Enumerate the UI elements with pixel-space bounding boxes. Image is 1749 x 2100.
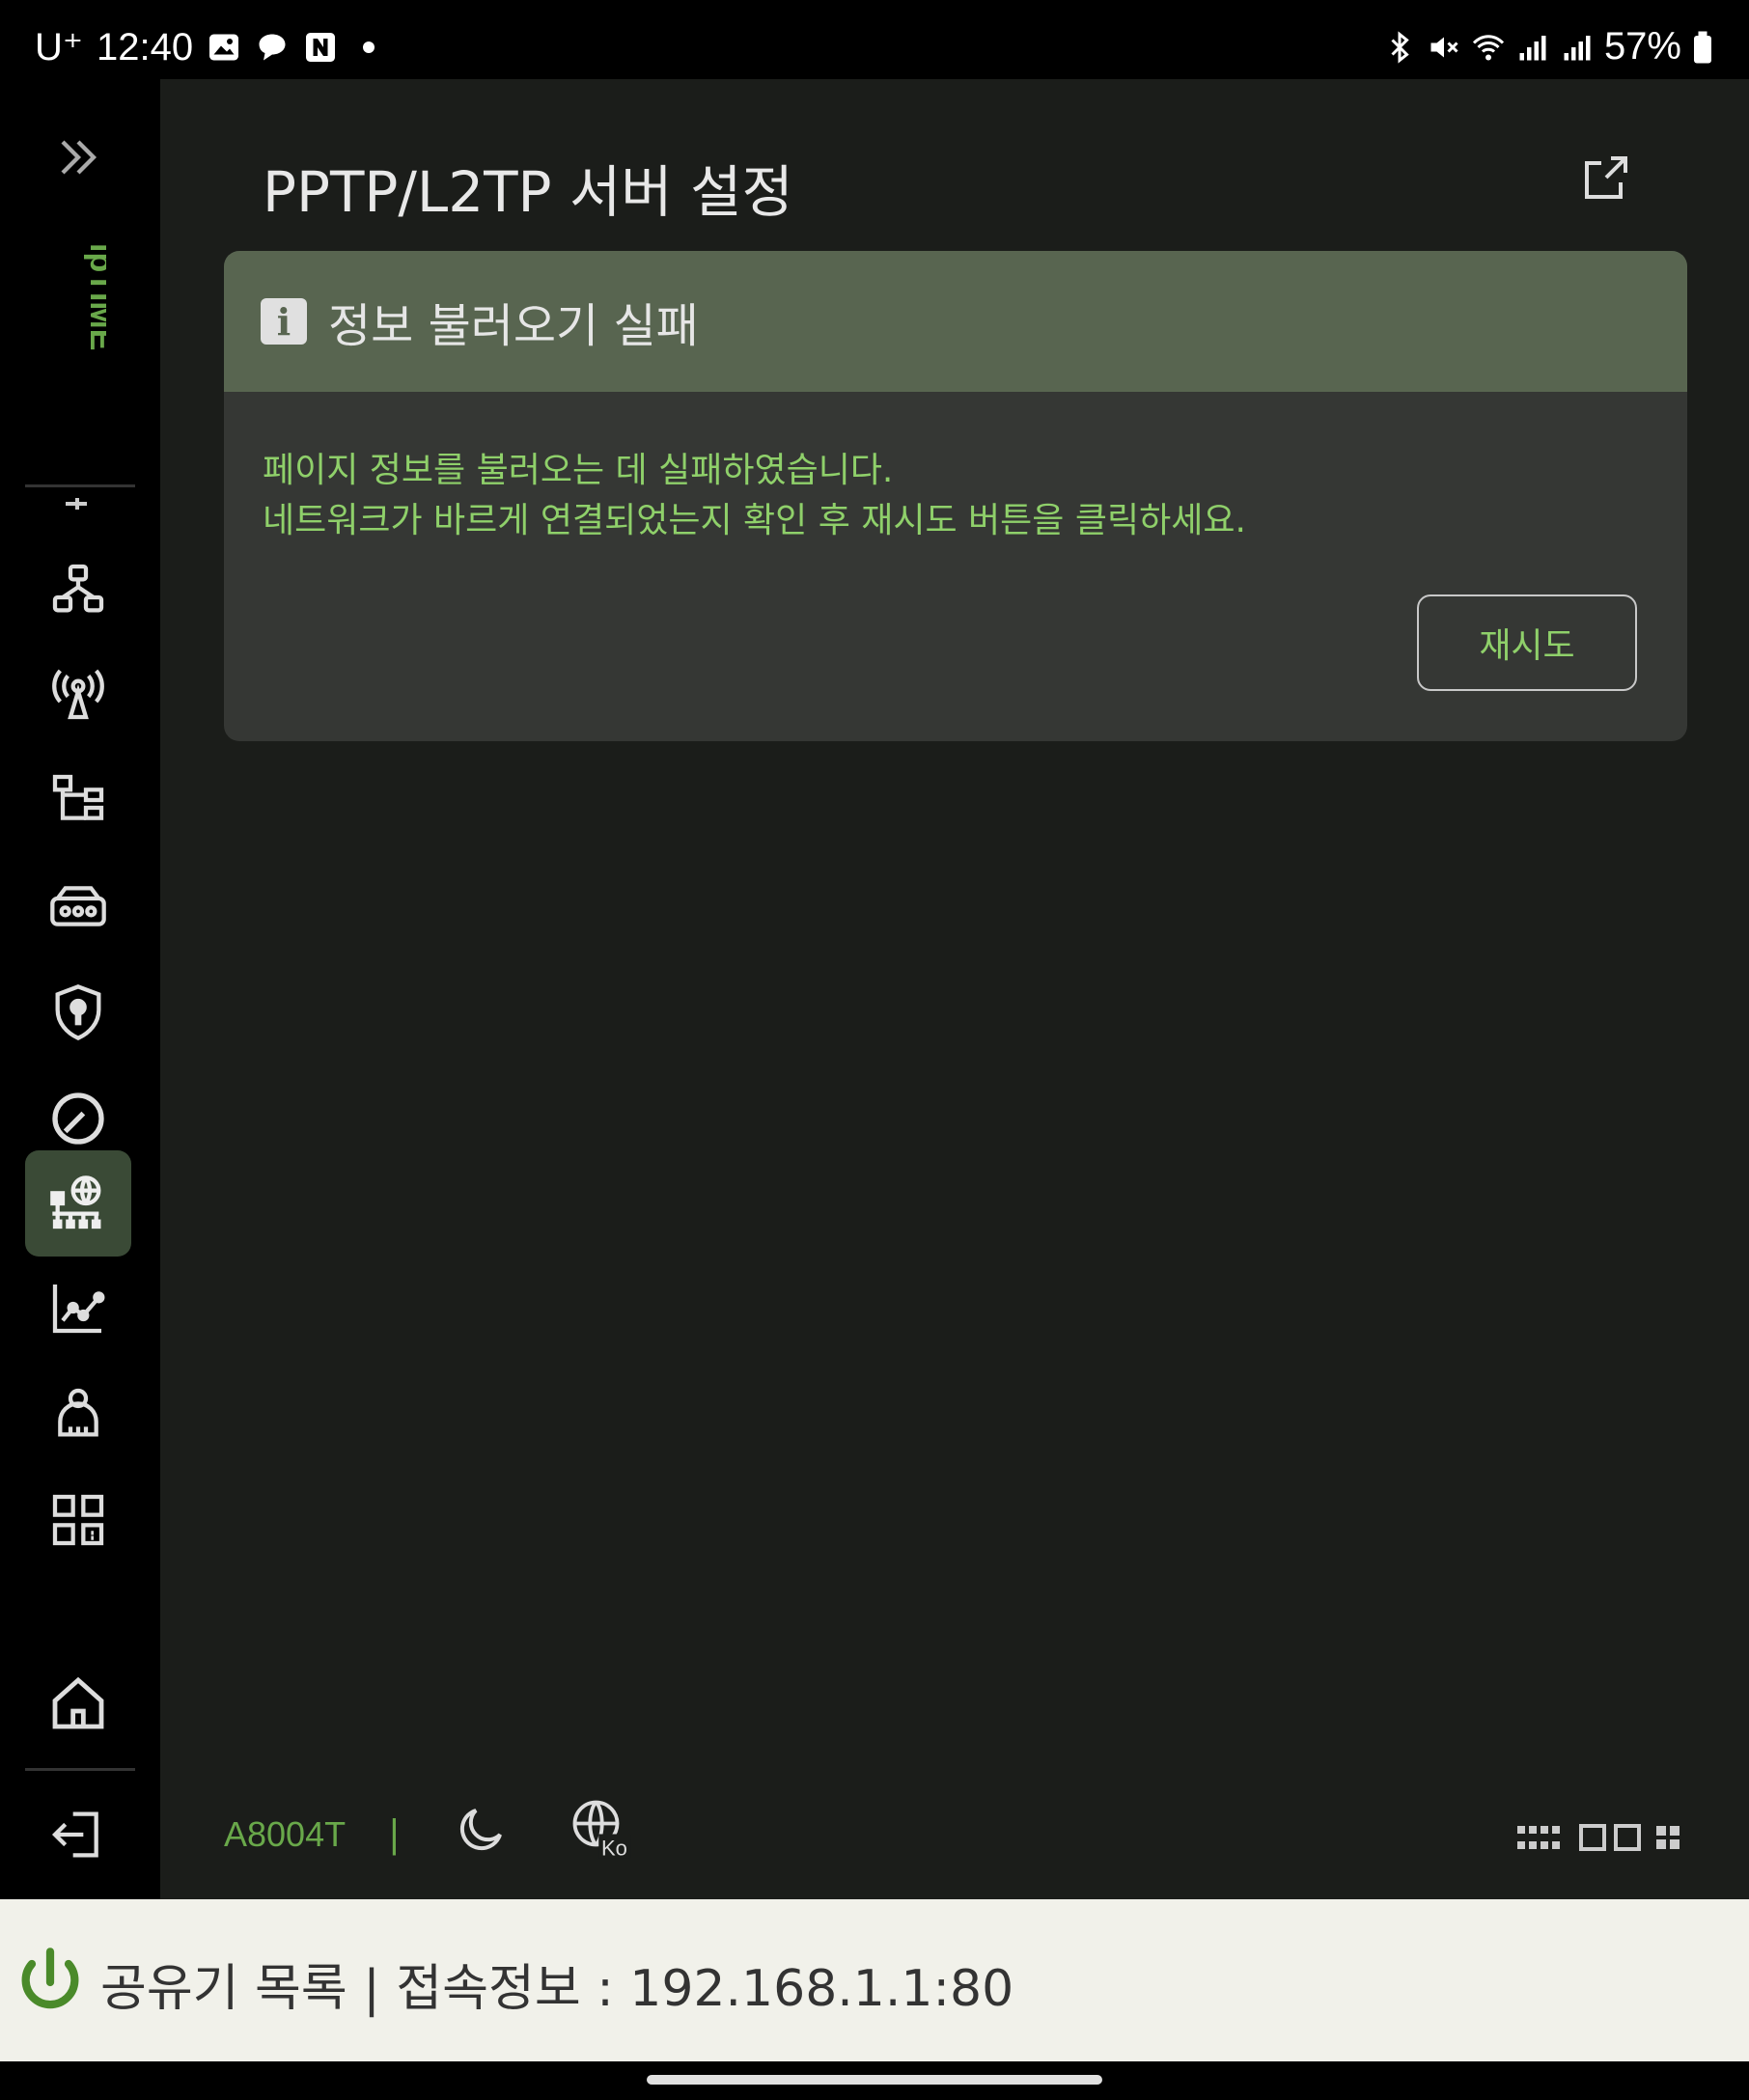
error-message-line2: 네트워크가 바르게 연결되었는지 확인 후 재시도 버튼을 클릭하세요. [263, 501, 1246, 540]
model-name: A8004T [224, 1814, 347, 1854]
battery-percent: 57% [1603, 25, 1681, 68]
main-content: PPTP/L2TP 서버 설정 i 정보 불러오기 실패 페이지 정보를 불러오… [160, 79, 1749, 1899]
svg-text:ipTIME: ipTIME [83, 243, 106, 350]
carrier-label: U⁺ [35, 26, 83, 69]
gesture-handle[interactable] [647, 2075, 1102, 2085]
router-icon[interactable] [25, 853, 131, 959]
status-bar: U⁺ 12:40 57% [0, 0, 1749, 79]
nat-icon[interactable] [25, 747, 131, 853]
signal-icon-2 [1564, 35, 1591, 60]
share-icon[interactable] [1577, 149, 1635, 207]
screen: U⁺ 12:40 57% ipTIME PPTP/L2TP 서버 설정 i 정보… [0, 0, 1749, 2100]
logout-icon[interactable] [25, 1782, 131, 1888]
gallery-icon [209, 34, 239, 61]
retry-button[interactable]: 재시도 [1417, 594, 1637, 691]
power-icon[interactable] [14, 1944, 87, 2021]
sidebar: ipTIME [0, 79, 160, 1899]
chat-icon [259, 34, 286, 61]
naver-icon [306, 33, 336, 62]
system-nav-bar [0, 2061, 1749, 2100]
sidebar-divider-bottom [25, 1768, 135, 1771]
router-list-connection-info[interactable]: 공유기 목록 | 접속정보 : 192.168.1.1:80 [100, 1948, 1013, 2020]
status-right: 57% [1382, 25, 1714, 69]
layout-view-icon[interactable] [1517, 1822, 1683, 1857]
iptime-logo: ipTIME [66, 243, 106, 510]
error-card-header: i 정보 불러오기 실패 [224, 251, 1687, 392]
error-card-title: 정보 불러오기 실패 [328, 299, 699, 353]
bottom-bar: 공유기 목록 | 접속정보 : 192.168.1.1:80 [0, 1899, 1749, 2061]
info-icon: i [261, 298, 307, 345]
apps-grid-icon[interactable] [25, 1467, 131, 1573]
wifi-icon [1472, 34, 1504, 60]
footer-separator: | [388, 1812, 401, 1855]
dark-mode-moon-icon[interactable] [452, 1801, 510, 1859]
signal-icon [1519, 35, 1546, 60]
status-left: U⁺ 12:40 [35, 25, 386, 69]
page-title: PPTP/L2TP 서버 설정 [263, 159, 793, 225]
wireless-icon[interactable] [25, 641, 131, 747]
bluetooth-icon [1391, 30, 1409, 64]
user-management-icon[interactable] [25, 1361, 131, 1467]
svg-text:Ko: Ko [601, 1837, 627, 1861]
traffic-chart-icon[interactable] [25, 1255, 131, 1361]
dot-icon [363, 41, 375, 53]
language-globe-icon[interactable]: Ko [569, 1797, 633, 1861]
error-message-line1: 페이지 정보를 불러오는 데 실패하였습니다. [263, 451, 894, 490]
error-card: i 정보 불러오기 실패 페이지 정보를 불러오는 데 실패하였습니다. 네트워… [224, 251, 1687, 741]
mute-icon [1430, 37, 1458, 57]
advanced-network-icon[interactable] [25, 1150, 131, 1257]
network-icon[interactable] [25, 537, 131, 643]
security-shield-icon[interactable] [25, 959, 131, 1065]
expand-icon[interactable] [25, 104, 131, 210]
sidebar-divider [25, 484, 135, 487]
home-icon[interactable] [25, 1650, 131, 1756]
error-card-body: 페이지 정보를 불러오는 데 실패하였습니다. 네트워크가 바르게 연결되었는지… [224, 392, 1687, 546]
battery-icon [1694, 31, 1711, 63]
clock: 12:40 [97, 25, 194, 69]
